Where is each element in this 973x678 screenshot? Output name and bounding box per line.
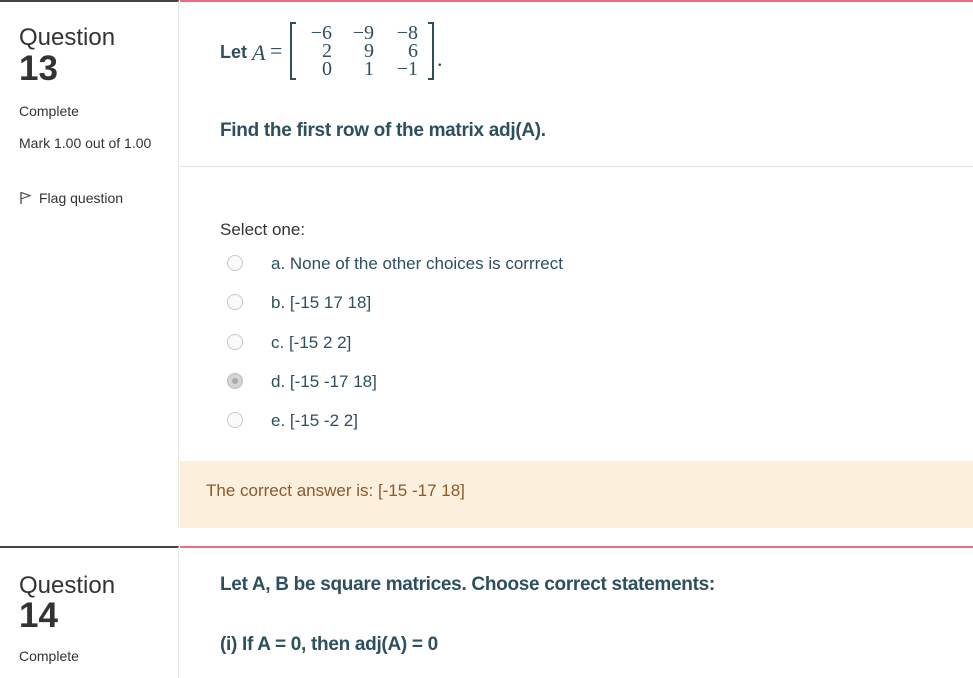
matrix-cell: 1 xyxy=(364,58,374,80)
question-state: Complete xyxy=(19,103,79,119)
correct-answer-text: The correct answer is: [-15 -17 18] xyxy=(206,481,465,500)
question-number: 13 xyxy=(19,49,58,88)
radio-option-a[interactable] xyxy=(227,255,243,271)
question-grade: Mark 1.00 out of 1.00 xyxy=(19,135,152,151)
option-label: b. [-15 17 18] xyxy=(271,293,372,312)
matrix-cell: −1 xyxy=(396,58,418,80)
option-label: c. [-15 2 2] xyxy=(271,333,352,352)
matrix-cell: 0 xyxy=(322,58,332,80)
question-number: 14 xyxy=(19,596,58,635)
question-content: Let A = −6 −9 −8 2 9 6 0 1 −1 . Find the… xyxy=(180,0,973,528)
question-text: Let A, B be square matrices. Choose corr… xyxy=(220,574,715,595)
question-info: Question 13 Complete Mark 1.00 out of 1.… xyxy=(0,0,179,528)
matrix-A: A = −6 −9 −8 2 9 6 0 1 −1 . xyxy=(252,20,472,88)
question-13: Question 13 Complete Mark 1.00 out of 1.… xyxy=(0,0,973,528)
matrix-equals: = xyxy=(270,38,283,63)
radio-option-d[interactable] xyxy=(227,373,243,389)
radio-option-e[interactable] xyxy=(227,412,243,428)
stem-let: Let xyxy=(220,42,247,62)
option-label: a. None of the other choices is corrrect xyxy=(271,254,563,273)
option-label: e. [-15 -2 2] xyxy=(271,411,358,430)
matrix-right-bracket xyxy=(428,22,434,80)
option-label: d. [-15 -17 18] xyxy=(271,372,377,391)
feedback-panel: The correct answer is: [-15 -17 18] xyxy=(180,461,973,528)
radio-option-b[interactable] xyxy=(227,294,243,310)
select-one-prompt: Select one: xyxy=(220,220,306,239)
question-label: Question xyxy=(19,24,116,51)
question-info: Question 14 Complete xyxy=(0,546,179,678)
matrix-name: A xyxy=(252,40,266,65)
flag-question-label: Flag question xyxy=(39,190,124,206)
flag-icon xyxy=(20,191,32,204)
divider xyxy=(180,166,973,167)
question-text: Find the first row of the matrix adj(A). xyxy=(220,120,546,141)
question-content: Let A, B be square matrices. Choose corr… xyxy=(180,546,973,678)
matrix-period: . xyxy=(437,46,443,71)
statement-i: (i) If A = 0, then adj(A) = 0 xyxy=(220,634,438,655)
question-14: Question 14 Complete Let A, B be square … xyxy=(0,546,973,678)
radio-option-c[interactable] xyxy=(227,334,243,350)
question-state: Complete xyxy=(19,648,79,664)
flag-question-button[interactable]: Flag question xyxy=(19,190,123,206)
